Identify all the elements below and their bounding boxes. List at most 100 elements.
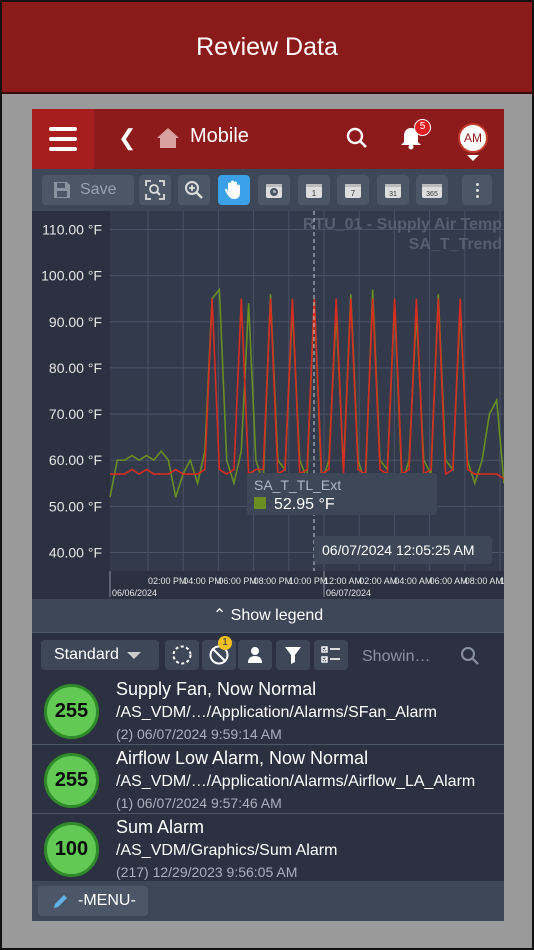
calendar-365-icon: 365 (422, 184, 442, 198)
alarm-title: Supply Fan, Now Normal (116, 679, 317, 699)
calendar-31-icon: 31 (385, 184, 401, 198)
x-tick-label: 10:00 AM (500, 576, 504, 586)
timestamp-label: 06/07/2024 12:05:25 AM (322, 542, 475, 558)
alarm-title: Airflow Low Alarm, Now Normal (116, 748, 369, 768)
window-titlebar: Review Data (2, 2, 532, 94)
y-tick-label: 50.00 °F (49, 498, 102, 514)
hamburger-menu-button[interactable] (32, 109, 94, 169)
time-range-button[interactable] (258, 175, 290, 205)
alarm-timestamp: (1) 06/07/2024 9:57:46 AM (116, 795, 282, 811)
x-tick-label: 06:00 PM (218, 576, 257, 586)
tooltip-series-name: SA_T_TL_Ext (254, 477, 341, 493)
y-tick-label: 60.00 °F (49, 452, 102, 468)
avatar-chevron-down-icon[interactable] (467, 155, 479, 161)
zoom-fit-icon (145, 180, 165, 200)
calendar-clock-icon (266, 184, 282, 198)
x-tick-label: 02:00 PM (148, 576, 187, 586)
priority-badge: 100 (44, 822, 99, 877)
alarm-timestamp: (2) 06/07/2024 9:59:14 AM (116, 726, 282, 742)
x-tick-label: 04:00 PM (183, 576, 222, 586)
x-tick-label: 12:00 AM (324, 576, 362, 586)
x-tick-label: 10:00 PM (289, 576, 328, 586)
show-legend-toggle[interactable]: ⌃ Show legend (32, 599, 504, 632)
priority-badge: 255 (44, 684, 99, 739)
x-tick-label: 06:00 AM (430, 576, 468, 586)
plot-area (110, 211, 504, 571)
range-31-days-button[interactable]: 31 (377, 175, 409, 205)
svg-text:365: 365 (426, 191, 438, 198)
dashed-circle-icon (172, 645, 192, 665)
zoom-fit-button[interactable] (139, 175, 171, 205)
search-icon[interactable] (460, 646, 480, 666)
range-365-days-button[interactable]: 365 (416, 175, 448, 205)
status-filter-button[interactable] (165, 640, 199, 670)
calendar-1-icon: 1 (306, 184, 322, 198)
avatar[interactable]: AM (458, 123, 488, 153)
search-icon[interactable] (346, 127, 368, 149)
chart-title: RTU_01 - Supply Air Temp (303, 216, 502, 233)
x-tick-label: 08:00 PM (254, 576, 293, 586)
window-title: Review Data (196, 32, 338, 61)
pan-button[interactable] (218, 175, 250, 205)
home-icon[interactable] (156, 127, 180, 149)
zoom-in-icon (185, 181, 203, 199)
column-select-button[interactable] (314, 640, 348, 670)
x-date-label: 06/06/2024 (112, 588, 157, 598)
list-item[interactable]: 255 Supply Fan, Now Normal /AS_VDM/…/App… (32, 676, 504, 745)
svg-text:1: 1 (312, 189, 317, 198)
notification-count-badge: 5 (414, 119, 431, 136)
alarm-path: /AS_VDM/…/Application/Alarms/SFan_Alarm (116, 704, 437, 721)
x-tick-label: 02:00 AM (359, 576, 397, 586)
tooltip-value: 52.95 °F (274, 496, 335, 513)
more-options-button[interactable] (462, 175, 492, 205)
alarm-path: /AS_VDM/Graphics/Sum Alarm (116, 842, 338, 859)
chevron-up-icon: ⌃ (212, 607, 227, 624)
alarm-title: Sum Alarm (116, 817, 205, 837)
funnel-icon (285, 647, 301, 664)
calendar-7-icon: 7 (345, 184, 361, 198)
save-label: Save (80, 181, 117, 198)
list-item[interactable]: 100 Sum Alarm /AS_VDM/Graphics/Sum Alarm… (32, 814, 504, 883)
alarm-path: /AS_VDM/…/Application/Alarms/Airflow_LA_… (116, 773, 476, 790)
y-tick-label: 70.00 °F (49, 406, 102, 422)
pen-icon (54, 895, 67, 908)
range-7-days-button[interactable]: 7 (337, 175, 369, 205)
alarm-list: 255 Supply Fan, Now Normal /AS_VDM/…/App… (32, 676, 504, 883)
filter-button[interactable] (276, 640, 310, 670)
menu-label: -MENU- (78, 892, 136, 909)
tooltip-swatch (254, 497, 266, 509)
svg-text:31: 31 (389, 191, 397, 198)
app-frame: ❮ Mobile 5 AM Save 1 7 31 365 110.00 °F … (32, 109, 504, 921)
y-tick-label: 40.00 °F (49, 545, 102, 561)
app-header: ❮ Mobile 5 AM (32, 109, 504, 169)
show-legend-label: Show legend (230, 607, 324, 624)
priority-badge: 255 (44, 753, 99, 808)
checklist-icon (321, 646, 340, 663)
svg-text:7: 7 (351, 189, 356, 198)
y-tick-label: 80.00 °F (49, 360, 102, 376)
filter-count-badge: 1 (218, 636, 232, 650)
alarm-search-input[interactable]: Showin… (362, 648, 430, 666)
chart-subtitle: SA_T_Trend (409, 236, 502, 253)
save-button[interactable]: Save (42, 175, 134, 205)
view-select-value: Standard (54, 646, 119, 663)
alarm-timestamp: (217) 12/29/2023 9:56:05 AM (116, 864, 298, 880)
hand-pan-icon (225, 180, 240, 199)
y-tick-label: 90.00 °F (49, 314, 102, 330)
x-tick-label: 08:00 AM (465, 576, 503, 586)
zoom-in-button[interactable] (178, 175, 210, 205)
user-icon (248, 647, 262, 663)
trend-chart[interactable]: 110.00 °F 100.00 °F 90.00 °F 80.00 °F 70.00 … (32, 211, 504, 599)
trend-toolbar: Save 1 7 31 365 (32, 169, 504, 211)
app-title: Mobile (190, 125, 249, 147)
range-1-day-button[interactable]: 1 (298, 175, 330, 205)
alarm-filter-bar: Standard 1 Showin… (32, 632, 504, 676)
chevron-down-icon (127, 652, 141, 659)
menu-button[interactable]: -MENU- (38, 886, 148, 916)
view-select[interactable]: Standard (41, 640, 159, 670)
list-item[interactable]: 255 Airflow Low Alarm, Now Normal /AS_VD… (32, 745, 504, 814)
user-filter-button[interactable] (238, 640, 272, 670)
back-arrow-icon[interactable]: ❮ (118, 125, 136, 151)
y-tick-label: 100.00 °F (41, 268, 102, 284)
save-icon (54, 182, 70, 198)
